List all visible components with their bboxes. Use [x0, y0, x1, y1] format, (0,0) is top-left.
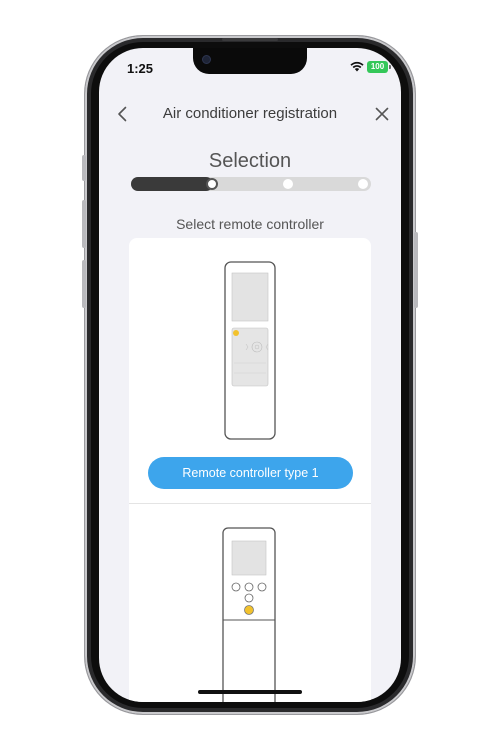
list-item-remote-type-2	[129, 505, 371, 702]
battery-indicator: 100	[367, 61, 391, 73]
volume-down-button	[82, 260, 86, 308]
remote-controller-type-2-image	[222, 527, 276, 702]
mute-switch	[82, 155, 86, 181]
select-remote-type-1-button[interactable]: Remote controller type 1	[148, 457, 353, 489]
progress-fill	[131, 177, 213, 191]
status-bar: 1:25 100	[99, 48, 401, 92]
volume-up-button	[82, 200, 86, 248]
status-time: 1:25	[127, 61, 154, 76]
step-dot-3	[358, 179, 368, 189]
remote-list: Remote controller type 1	[129, 238, 371, 702]
section-label: Select remote controller	[176, 216, 324, 232]
step-progress-bar	[131, 177, 371, 191]
step-dot-2	[283, 179, 293, 189]
close-button[interactable]	[369, 101, 395, 127]
app-screen: 1:25 100 Air conditioner registration Se…	[99, 48, 401, 702]
speaker-grille	[222, 38, 278, 41]
close-icon	[375, 107, 389, 121]
wifi-icon	[350, 61, 364, 72]
home-indicator	[198, 690, 302, 694]
step-title: Selection	[208, 150, 292, 172]
front-camera	[202, 55, 211, 64]
nav-bar: Air conditioner registration	[99, 92, 401, 136]
back-button[interactable]	[109, 101, 135, 127]
step-dot-1	[206, 178, 218, 190]
page-title: Air conditioner registration	[162, 105, 338, 122]
remote-controller-type-1-image	[224, 261, 276, 440]
power-button	[414, 232, 418, 308]
list-item-remote-type-1: Remote controller type 1	[129, 238, 371, 504]
chevron-left-icon	[118, 106, 127, 122]
